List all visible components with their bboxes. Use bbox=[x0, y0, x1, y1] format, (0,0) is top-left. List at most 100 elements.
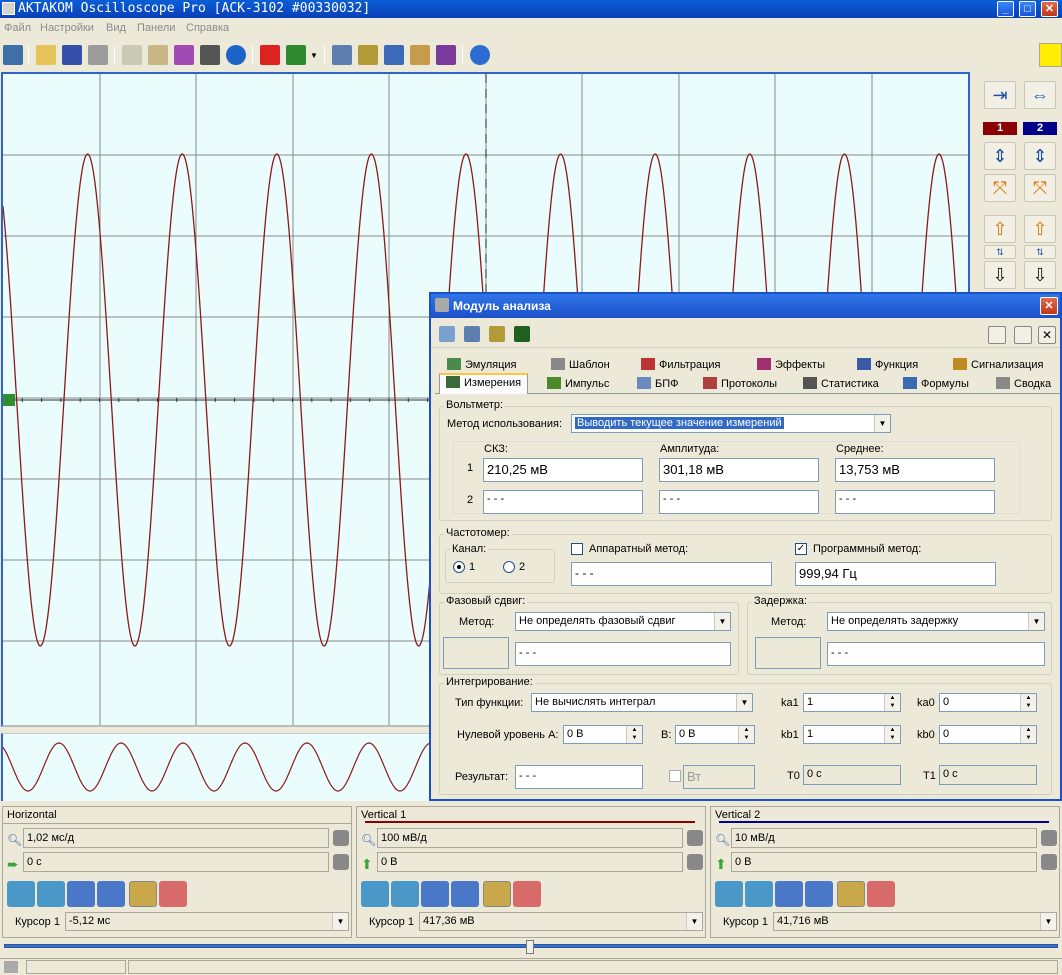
zero-b-spinner-icon[interactable]: ▲ ▼ bbox=[738, 726, 754, 743]
move-down-icon[interactable] bbox=[715, 881, 743, 907]
time-offset-field[interactable]: 0 с bbox=[23, 852, 329, 872]
lock-icon[interactable] bbox=[333, 854, 349, 870]
ka0-input[interactable]: 0 ▲ ▼ bbox=[939, 693, 1037, 712]
zero-level-a-input[interactable]: 0 В ▲ ▼ bbox=[563, 725, 643, 744]
unit-checkbox[interactable] bbox=[669, 770, 681, 782]
tab-formulas[interactable]: Формулы bbox=[903, 377, 969, 395]
analysis-icon[interactable] bbox=[436, 45, 456, 65]
kb1-input[interactable]: 1 ▲ ▼ bbox=[803, 725, 901, 744]
ch2-down-arrow-icon[interactable]: ⇩ bbox=[1024, 261, 1056, 289]
auto-scale-icon[interactable] bbox=[837, 881, 865, 907]
horizontal-cursor-select[interactable]: -5,12 мс ▼ bbox=[65, 912, 349, 931]
menu-settings[interactable]: Настройки bbox=[40, 22, 94, 34]
ch1-up-arrow-icon[interactable]: ⇧ bbox=[984, 215, 1016, 243]
tab-pulse[interactable]: Импульс bbox=[547, 377, 609, 395]
delay-method-select[interactable]: Не определять задержку ▼ bbox=[827, 612, 1045, 631]
ch1-scale-field[interactable]: 100 мВ/д bbox=[377, 828, 683, 848]
dialog-scope-icon[interactable] bbox=[514, 326, 530, 342]
auto-scale-icon[interactable] bbox=[129, 881, 157, 907]
info-panel-icon[interactable] bbox=[332, 45, 352, 65]
cursor-off-icon[interactable] bbox=[159, 881, 187, 907]
lock-icon[interactable] bbox=[1041, 854, 1057, 870]
move-up-icon[interactable] bbox=[391, 881, 419, 907]
ch2-step-icon[interactable]: ⇅ bbox=[1024, 245, 1056, 259]
phase-method-select[interactable]: Не определять фазовый сдвиг ▼ bbox=[515, 612, 731, 631]
chevron-down-icon[interactable]: ▼ bbox=[332, 913, 348, 930]
lock-icon[interactable] bbox=[333, 830, 349, 846]
tab-measurements[interactable]: Измерения bbox=[439, 373, 529, 394]
kb0-spinner-icon[interactable]: ▲ ▼ bbox=[1020, 726, 1036, 743]
tab-fft[interactable]: БПФ bbox=[637, 377, 679, 395]
vertical1-cursor-select[interactable]: 417,36 мВ ▼ bbox=[419, 912, 703, 931]
zoom-out-icon[interactable] bbox=[805, 881, 833, 907]
scroll-right-icon[interactable] bbox=[37, 881, 65, 907]
chevron-down-icon[interactable]: ▼ bbox=[310, 51, 318, 60]
zero-level-b-input[interactable]: 0 В ▲ ▼ bbox=[675, 725, 755, 744]
dialog-star-icon[interactable] bbox=[439, 326, 455, 342]
time-scroll-slider[interactable] bbox=[0, 940, 1062, 956]
dialog-minimize-icon[interactable] bbox=[1014, 326, 1032, 344]
function-type-select[interactable]: Не вычислять интеграл ▼ bbox=[531, 693, 753, 712]
ka1-spinner-icon[interactable]: ▲ ▼ bbox=[884, 694, 900, 711]
tab-protocols[interactable]: Протоколы bbox=[703, 377, 777, 395]
minimize-button[interactable]: _ bbox=[997, 1, 1014, 17]
cursor-off-icon[interactable] bbox=[513, 881, 541, 907]
zoom-in-icon[interactable] bbox=[775, 881, 803, 907]
ch1-expand-vertical-icon[interactable]: ⇕ bbox=[984, 142, 1016, 170]
close-button[interactable]: ✕ bbox=[1041, 1, 1058, 17]
waveform-overview[interactable] bbox=[1, 733, 432, 801]
tools-icon[interactable] bbox=[410, 45, 430, 65]
dialog-info-icon[interactable] bbox=[464, 326, 480, 342]
tab-statistics[interactable]: Статистика bbox=[803, 377, 879, 395]
cursor-icon[interactable] bbox=[358, 45, 378, 65]
tab-summary[interactable]: Сводка bbox=[996, 377, 1051, 395]
kb1-spinner-icon[interactable]: ▲ ▼ bbox=[884, 726, 900, 743]
vertical2-cursor-select[interactable]: 41,716 мВ ▼ bbox=[773, 912, 1057, 931]
ch1-down-arrow-icon[interactable]: ⇩ bbox=[984, 261, 1016, 289]
camera-icon[interactable] bbox=[200, 45, 220, 65]
waves-icon[interactable] bbox=[174, 45, 194, 65]
voltmeter-method-select[interactable]: Выводить текущее значение измерений ▼ bbox=[571, 414, 891, 433]
move-up-icon[interactable] bbox=[745, 881, 773, 907]
compress-horizontal-icon[interactable]: ⇥ bbox=[984, 81, 1016, 109]
ch2-offset-field[interactable]: 0 В bbox=[731, 852, 1037, 872]
ch1-step-icon[interactable]: ⇅ bbox=[984, 245, 1016, 259]
channel-2-radio[interactable] bbox=[503, 561, 515, 573]
dialog-close-button[interactable]: ✕ bbox=[1040, 297, 1058, 315]
open-folder-icon[interactable] bbox=[36, 45, 56, 65]
expand-horizontal-icon[interactable]: ⇔ bbox=[1024, 81, 1056, 109]
ch2-up-arrow-icon[interactable]: ⇧ bbox=[1024, 215, 1056, 243]
zero-a-spinner-icon[interactable]: ▲ ▼ bbox=[626, 726, 642, 743]
ch2-compress-vertical-icon[interactable]: ⤧ bbox=[1024, 174, 1056, 202]
zoom-out-icon[interactable] bbox=[97, 881, 125, 907]
lock-icon[interactable] bbox=[687, 830, 703, 846]
menu-view[interactable]: Вид bbox=[106, 22, 126, 34]
move-down-icon[interactable] bbox=[361, 881, 389, 907]
measure-icon[interactable] bbox=[384, 45, 404, 65]
lock-icon[interactable] bbox=[687, 854, 703, 870]
chevron-down-icon[interactable]: ▼ bbox=[736, 694, 752, 711]
scroll-left-icon[interactable] bbox=[7, 881, 35, 907]
zoom-in-icon[interactable] bbox=[67, 881, 95, 907]
kb0-input[interactable]: 0 ▲ ▼ bbox=[939, 725, 1037, 744]
save-icon[interactable] bbox=[62, 45, 82, 65]
ch1-compress-vertical-icon[interactable]: ⤧ bbox=[984, 174, 1016, 202]
menu-panels[interactable]: Панели bbox=[137, 22, 175, 34]
menu-help[interactable]: Справка bbox=[186, 22, 229, 34]
help-icon[interactable] bbox=[470, 45, 490, 65]
menu-file[interactable]: Файл bbox=[4, 22, 31, 34]
ch2-expand-vertical-icon[interactable]: ⇕ bbox=[1024, 142, 1056, 170]
chevron-down-icon[interactable]: ▼ bbox=[1028, 613, 1044, 630]
maximize-button[interactable]: □ bbox=[1019, 1, 1036, 17]
chevron-down-icon[interactable]: ▼ bbox=[874, 415, 890, 432]
cursor-off-icon[interactable] bbox=[867, 881, 895, 907]
chevron-down-icon[interactable]: ▼ bbox=[1040, 913, 1056, 930]
chevron-down-icon[interactable]: ▼ bbox=[714, 613, 730, 630]
ka1-input[interactable]: 1 ▲ ▼ bbox=[803, 693, 901, 712]
ch1-offset-field[interactable]: 0 В bbox=[377, 852, 683, 872]
delete-icon[interactable] bbox=[260, 45, 280, 65]
pause-icon[interactable] bbox=[226, 45, 246, 65]
chevron-down-icon[interactable]: ▼ bbox=[686, 913, 702, 930]
print-icon[interactable] bbox=[88, 45, 108, 65]
hardware-method-checkbox[interactable] bbox=[571, 543, 583, 555]
